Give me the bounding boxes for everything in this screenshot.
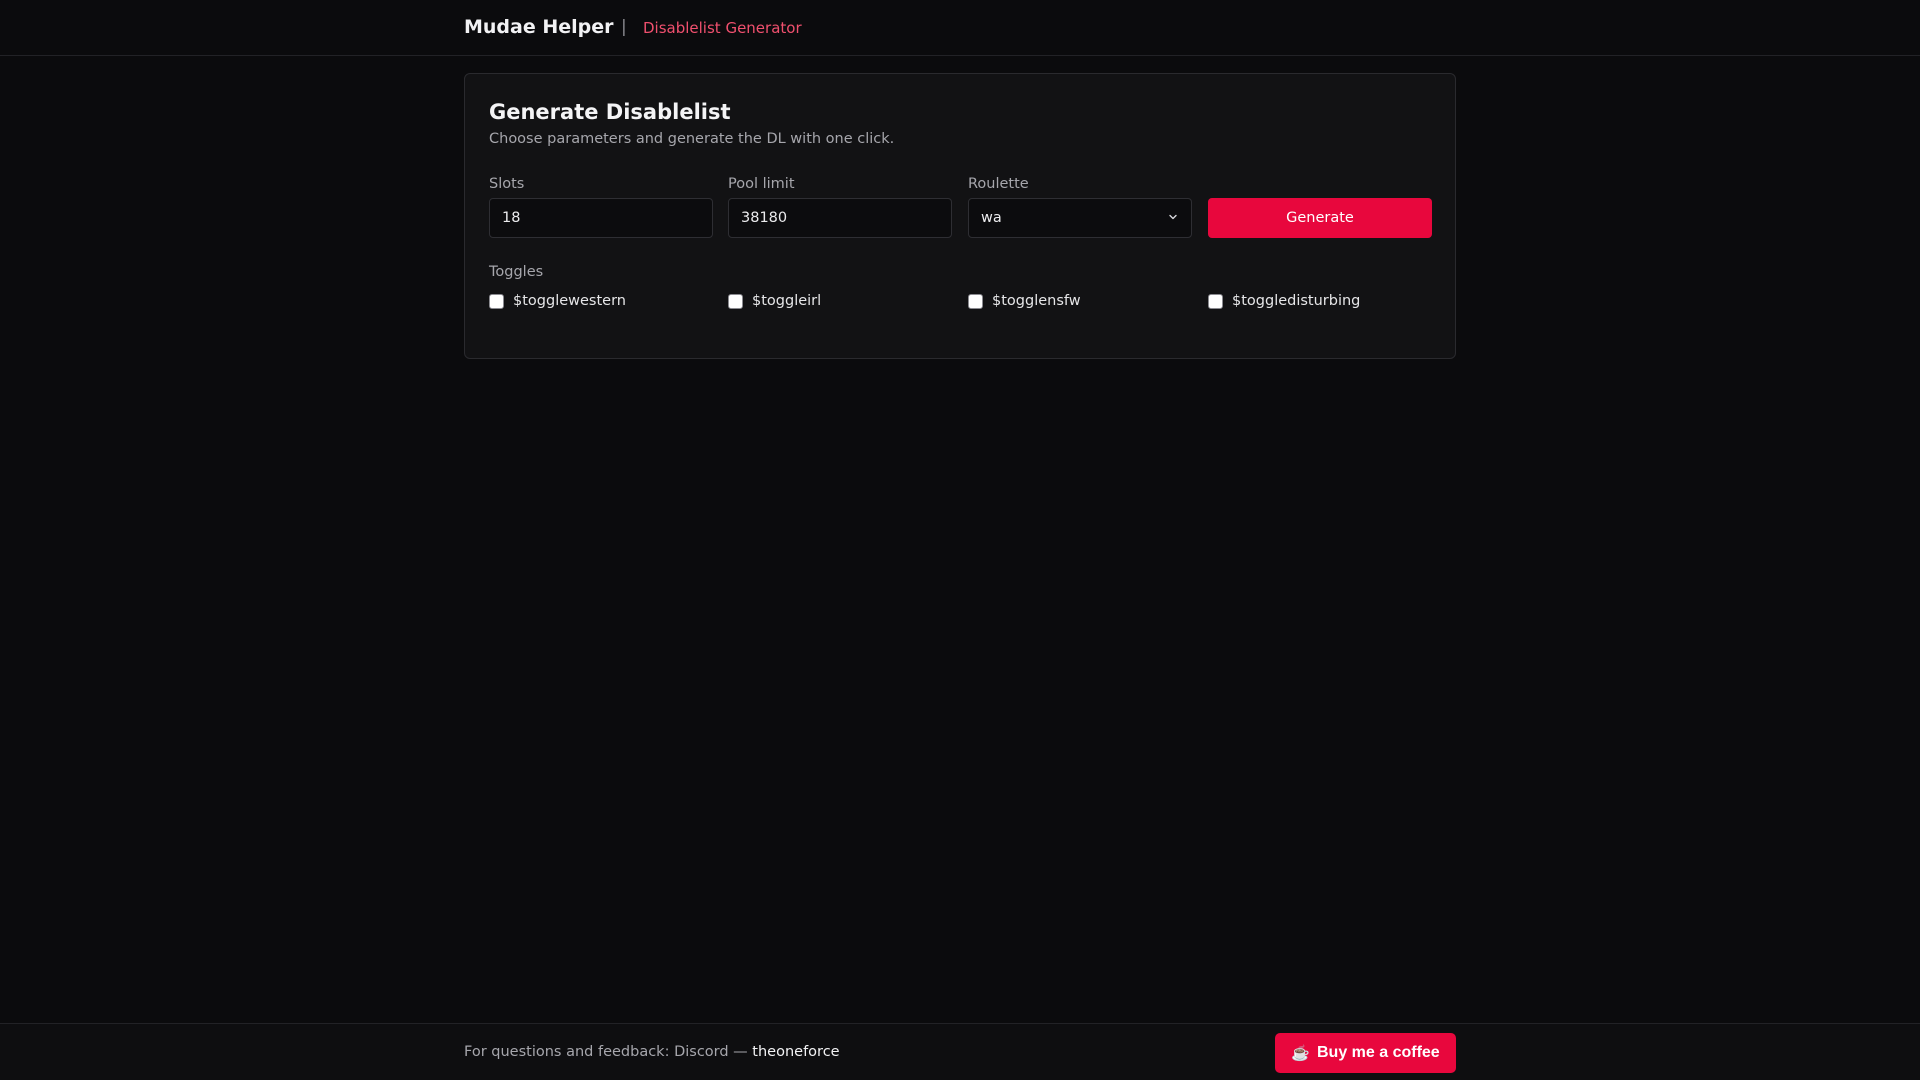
card-title: Generate Disablelist (489, 100, 731, 124)
discord-user-link[interactable]: theoneforce (752, 1044, 839, 1060)
pool-limit-label: Pool limit (728, 176, 795, 192)
toggle-western[interactable]: $togglewestern (489, 291, 626, 311)
toggle-western-label: $togglewestern (513, 293, 626, 309)
header-separator: | (621, 17, 627, 37)
toggle-nsfw-label: $togglensfw (992, 293, 1081, 309)
toggle-irl[interactable]: $toggleirl (728, 291, 821, 311)
toggle-nsfw[interactable]: $togglensfw (968, 291, 1081, 311)
toggle-nsfw-checkbox[interactable] (968, 293, 983, 309)
toggles-label: Toggles (489, 264, 544, 280)
roulette-selected-value: wa (981, 210, 1002, 226)
generate-button[interactable]: Generate (1208, 198, 1432, 238)
toggle-disturbing-label: $toggledisturbing (1232, 293, 1361, 309)
slots-label: Slots (489, 176, 525, 192)
toggle-irl-label: $toggleirl (752, 293, 822, 309)
nav-link-disablelist-generator[interactable]: Disablelist Generator (643, 19, 802, 37)
roulette-label: Roulette (968, 176, 1029, 192)
toggle-western-checkbox[interactable] (489, 293, 504, 309)
footer: For questions and feedback: Discord — th… (0, 1023, 1920, 1080)
top-bar: Mudae Helper | Disablelist Generator (0, 0, 1920, 56)
toggle-disturbing-checkbox[interactable] (1208, 293, 1223, 309)
buy-me-a-coffee-button[interactable]: ☕ Buy me a coffee (1275, 1033, 1456, 1073)
footer-text: For questions and feedback: Discord — th… (464, 1044, 840, 1060)
toggle-irl-checkbox[interactable] (728, 293, 743, 309)
roulette-select[interactable]: wa (968, 198, 1192, 238)
generate-card: Generate Disablelist Choose parameters a… (464, 73, 1456, 359)
brand-title[interactable]: Mudae Helper (464, 16, 614, 38)
coffee-button-label: Buy me a coffee (1316, 1044, 1440, 1061)
coffee-cup-icon: ☕ (1291, 1045, 1310, 1062)
chevron-down-icon (1169, 214, 1177, 220)
footer-feedback-text: For questions and feedback: Discord — (464, 1044, 753, 1060)
card-subtitle: Choose parameters and generate the DL wi… (489, 131, 895, 147)
pool-limit-input[interactable] (728, 198, 952, 238)
toggle-disturbing[interactable]: $toggledisturbing (1208, 291, 1360, 311)
slots-input[interactable] (489, 198, 713, 238)
